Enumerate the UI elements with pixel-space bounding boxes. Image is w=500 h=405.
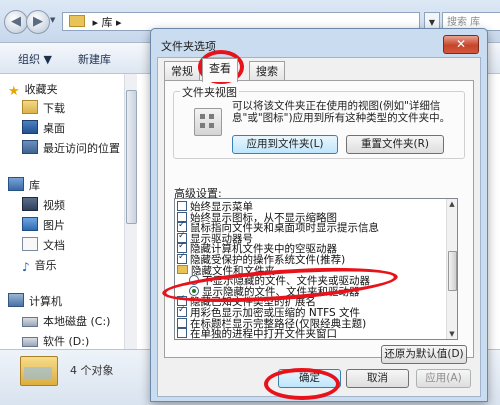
folder-view-icon [194,108,222,136]
tab-general[interactable]: 常规 [164,61,200,81]
computer-icon [8,293,24,307]
ok-button[interactable]: 确定 [278,369,341,388]
nav-music[interactable]: ♪ 音乐 [22,256,57,276]
library-folder-icon [69,15,85,27]
back-arrow-icon[interactable]: ◀ [4,10,28,34]
nav-desktop-label: 桌面 [43,122,65,135]
video-library-icon [22,197,38,211]
restore-defaults-button[interactable]: 还原为默认值(D) [381,345,467,364]
checkbox[interactable] [177,201,187,211]
nav-pictures[interactable]: 图片 [22,216,65,236]
nav-computer[interactable]: 计算机 [8,292,62,312]
scroll-up-arrow-icon[interactable]: ▲ [448,199,456,209]
nav-videos-label: 视频 [43,199,65,212]
folder-views-group: 文件夹视图 可以将该文件夹正在使用的视图(例如"详细信息"或"图标")应用到所有… [173,84,465,159]
advanced-setting-item[interactable]: 隐藏计算机文件夹中的空驱动器 [177,241,337,255]
recent-places-icon [22,140,38,154]
dialog-body: 常规 查看 搜索 文件夹视图 可以将该文件夹正在使用的视图(例如"详细信息"或"… [157,57,481,397]
nav-scroll-thumb[interactable] [126,90,137,224]
nav-music-label: 音乐 [34,259,57,272]
nav-favorites[interactable]: ★ 收藏夹 [8,80,58,100]
checkbox[interactable] [177,252,187,264]
new-library-button[interactable]: 新建库 [78,51,111,67]
nav-pictures-label: 图片 [43,219,65,232]
close-icon[interactable]: ✕ [443,35,479,54]
advanced-scroll-thumb[interactable] [448,251,457,291]
radio-button[interactable] [189,275,199,286]
advanced-setting-item[interactable]: 不显示隐藏的文件、文件夹或驱动器 [189,275,370,287]
nav-computer-label: 计算机 [29,295,62,308]
advanced-scrollbar[interactable]: ▲ ▼ [446,199,457,339]
desktop-icon [22,120,38,134]
nav-documents-label: 文档 [43,239,65,252]
advanced-setting-item[interactable]: 用彩色显示加密或压缩的 NTFS 文件 [177,305,360,319]
advanced-setting-item[interactable]: 隐藏已知文件类型的扩展名 [177,294,316,308]
document-library-icon [22,237,38,251]
navigation-pane: ★ 收藏夹 下载 桌面 最近访问的位置 库 视频 图片 文档 ♪ 音乐 计算机 本地 [0,74,137,349]
advanced-setting-item[interactable]: 在标题栏显示完整路径(仅限经典主题) [177,317,366,329]
radio-button[interactable] [189,285,199,296]
nav-scrollbar[interactable] [124,74,137,349]
cancel-button[interactable]: 取消 [346,369,409,388]
download-folder-icon [22,100,38,114]
music-note-icon: ♪ [22,260,30,274]
advanced-setting-item: 隐藏文件和文件夹 [177,264,275,276]
apply-button[interactable]: 应用(A) [416,369,471,388]
dialog-title: 文件夹选项 [161,40,216,53]
reset-folders-button[interactable]: 重置文件夹(R) [346,135,444,154]
checkbox[interactable] [177,305,187,317]
nav-downloads-label: 下载 [43,102,65,115]
address-separator-icon: ▸ [116,16,122,29]
nav-documents[interactable]: 文档 [22,236,65,256]
checkbox[interactable] [177,328,187,339]
apply-to-folders-button[interactable]: 应用到文件夹(L) [232,135,338,154]
nav-downloads[interactable]: 下载 [22,99,65,119]
hard-disk-icon [22,317,38,327]
advanced-setting-item[interactable]: 鼠标指向文件夹和桌面项时显示提示信息 [177,220,379,234]
advanced-setting-item[interactable]: 在单独的进程中打开文件夹窗口 [177,328,337,339]
folder-options-dialog: 文件夹选项 ✕ 常规 查看 搜索 文件夹视图 可以将该文件夹正在使用的视图(例如… [150,28,488,402]
library-icon [8,177,24,191]
nav-videos[interactable]: 视频 [22,196,65,216]
hard-disk-icon [22,337,38,347]
folder-icon [177,264,188,274]
view-tab-panel: 文件夹视图 可以将该文件夹正在使用的视图(例如"详细信息"或"图标")应用到所有… [164,80,474,364]
object-count: 4 个对象 [70,364,114,377]
library-folder-icon [20,356,58,386]
tab-view[interactable]: 查看 [202,58,238,82]
forward-arrow-icon[interactable]: ▶ [26,10,50,34]
folder-views-description: 可以将该文件夹正在使用的视图(例如"详细信息"或"图标")应用到所有这种类型的文… [232,100,451,124]
address-separator-icon: ▸ [92,16,102,29]
tab-search[interactable]: 搜索 [249,61,285,81]
nav-recent-label: 最近访问的位置 [43,142,120,155]
nav-recent[interactable]: 最近访问的位置 [22,139,120,159]
nav-software-label: 软件 (D:) [43,335,90,348]
picture-library-icon [22,217,38,231]
advanced-setting-label: 在单独的进程中打开文件夹窗口 [190,328,337,340]
advanced-settings-list[interactable]: 始终显示菜单始终显示图标，从不显示缩略图鼠标指向文件夹和桌面项时显示提示信息显示… [174,198,458,340]
nav-favorites-label: 收藏夹 [24,83,58,96]
scroll-down-arrow-icon[interactable]: ▼ [448,329,456,339]
advanced-setting-item[interactable]: 始终显示菜单 [177,201,253,213]
checkbox[interactable] [177,317,187,328]
organize-button[interactable]: 组织 ▼ [18,51,52,67]
star-icon: ★ [8,84,20,99]
nav-local-disk[interactable]: 本地磁盘 (C:) [22,312,110,332]
history-dropdown-icon[interactable]: ▼ [50,16,55,24]
folder-views-title: 文件夹视图 [180,84,239,100]
breadcrumb-library[interactable]: 库 [102,16,113,29]
nav-libraries[interactable]: 库 [8,176,40,196]
nav-libraries-label: 库 [29,179,40,192]
nav-desktop[interactable]: 桌面 [22,119,65,139]
nav-local-disk-label: 本地磁盘 (C:) [43,315,111,328]
advanced-setting-item[interactable]: 始终显示图标，从不显示缩略图 [177,211,337,223]
advanced-setting-item[interactable]: 隐藏受保护的操作系统文件(推荐) [177,252,345,266]
